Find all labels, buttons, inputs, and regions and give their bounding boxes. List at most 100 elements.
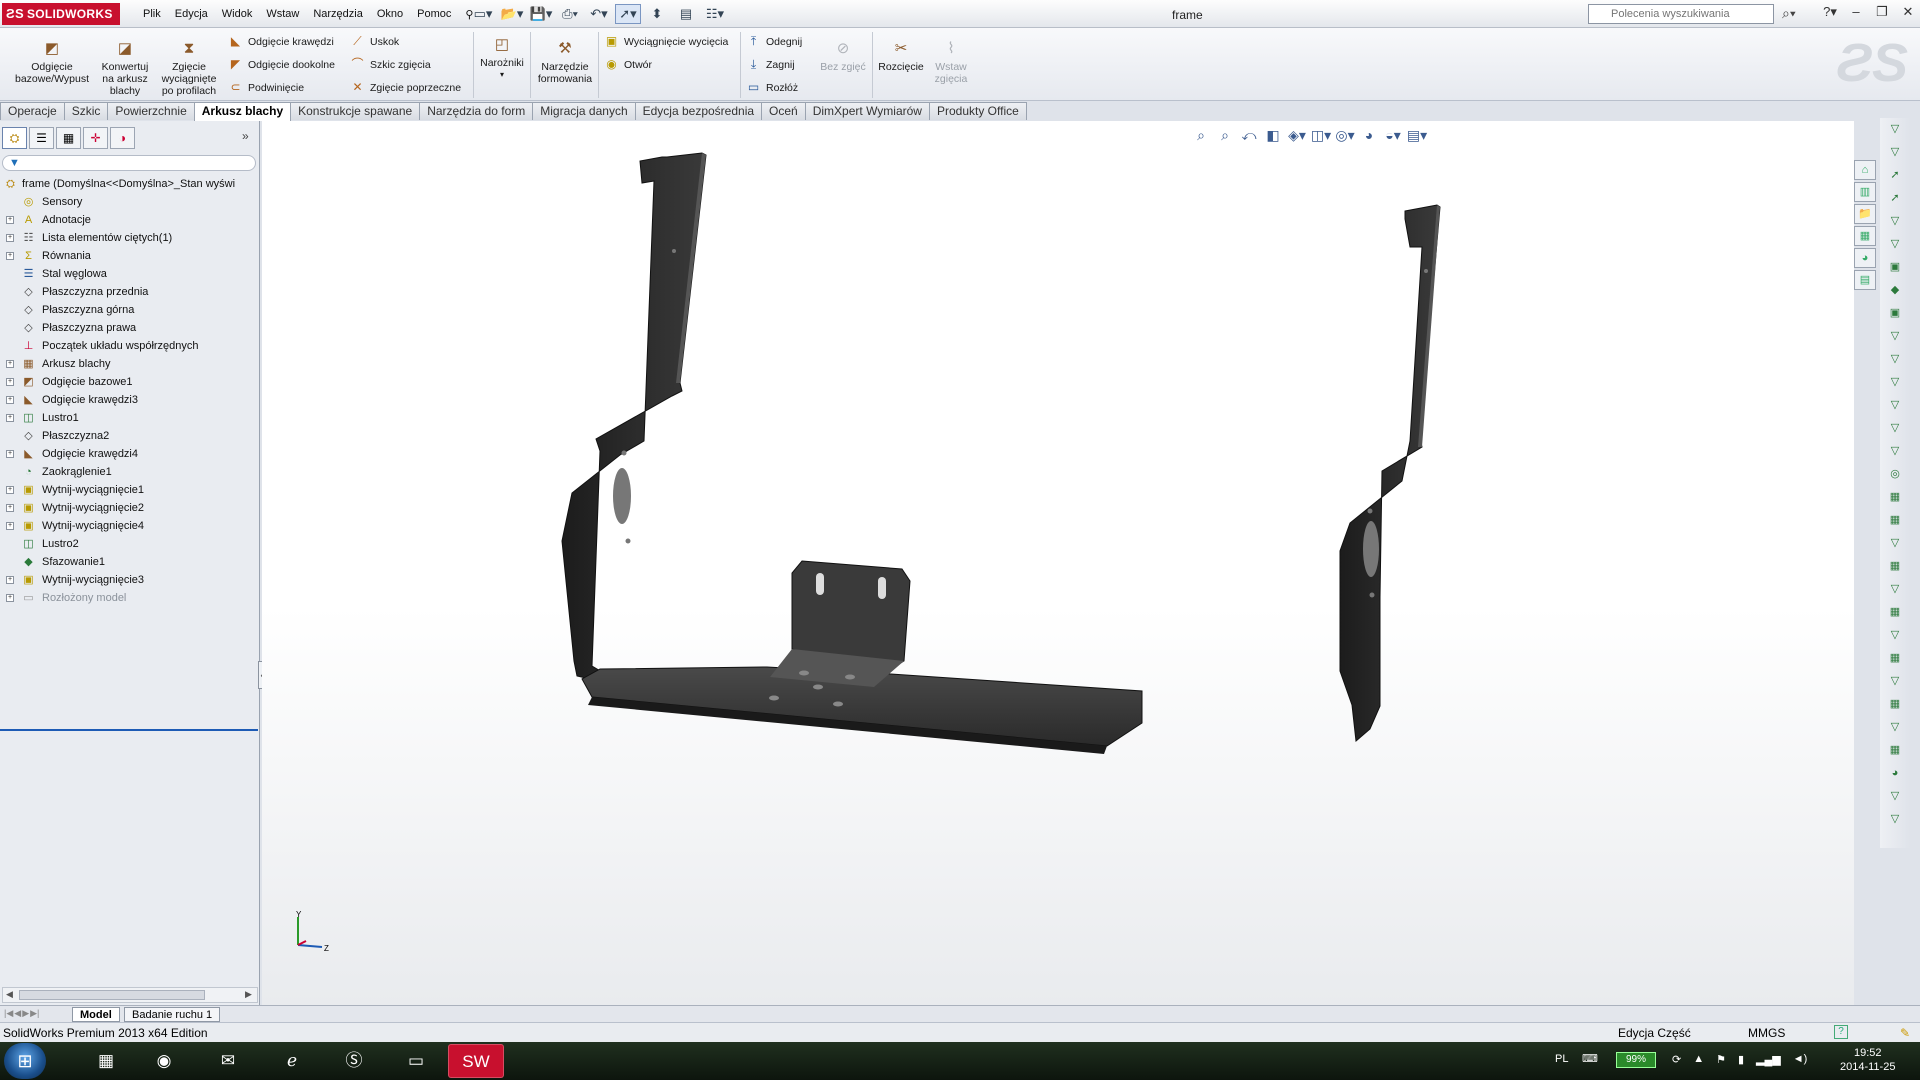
tree-item[interactable]: ◎ Sensory (0, 193, 258, 211)
selection-filter-icon[interactable]: ▽ (1880, 210, 1910, 233)
jog-button[interactable]: ⟋ Uskok (350, 34, 399, 49)
selection-filter-icon[interactable]: ➚ (1880, 164, 1910, 187)
expand-toggle-icon[interactable]: + (6, 414, 14, 422)
expand-toggle-icon[interactable]: + (6, 252, 14, 260)
new-document-icon[interactable]: ▭▾ (470, 4, 496, 24)
hole-button[interactable]: ◉ Otwór (604, 57, 652, 72)
select-cursor-icon[interactable]: ➚▾ (615, 4, 641, 24)
menu-edycja[interactable]: Edycja (168, 6, 215, 23)
scroll-right-icon[interactable]: ▶ (245, 989, 252, 1000)
save-icon[interactable]: 💾▾ (528, 4, 554, 24)
tree-item[interactable]: ◇ Płaszczyzna2 (0, 427, 258, 445)
open-folder-icon[interactable]: 📂▾ (499, 4, 525, 24)
first-tab-icon[interactable]: |◀ (4, 1008, 13, 1019)
tab-konstrukcje-spawane[interactable]: Konstrukcje spawane (290, 102, 421, 120)
action-center-icon[interactable]: ⚑ (1716, 1053, 1726, 1066)
tree-item[interactable]: + ▣ Wytnij-wyciągnięcie2 (0, 499, 258, 517)
expand-toggle-icon[interactable]: + (6, 450, 14, 458)
expand-toggle-icon[interactable]: + (6, 234, 14, 242)
expand-toggle-icon[interactable]: + (6, 396, 14, 404)
tab-migracja-danych[interactable]: Migracja danych (532, 102, 636, 120)
tree-filter-input[interactable] (2, 155, 256, 171)
no-bends-button[interactable]: ⊘ Bez zgięć (818, 40, 868, 73)
tab-motion-study[interactable]: Badanie ruchu 1 (124, 1007, 221, 1022)
sheet-metal-frame-model[interactable] (262, 121, 1854, 1005)
corners-button[interactable]: ◰ Narożniki ▾ (478, 36, 526, 81)
solidworks-resources-icon[interactable]: ⌂ (1854, 160, 1876, 180)
selection-filter-icon[interactable]: ▦ (1880, 509, 1910, 532)
next-tab-icon[interactable]: ▶ (22, 1008, 29, 1019)
network-icon[interactable]: ▮ (1738, 1053, 1744, 1066)
tree-item[interactable]: ◔ Zaokrąglenie1 (0, 463, 258, 481)
selection-filter-icon[interactable]: ▽ (1880, 141, 1910, 164)
left-upright-plate[interactable] (561, 152, 707, 690)
selection-filter-icon[interactable]: ➚ (1880, 187, 1910, 210)
tree-item[interactable]: + ◣ Odgięcie krawędzi4 (0, 445, 258, 463)
extruded-cut-button[interactable]: ▣ Wyciągnięcie wycięcia (604, 34, 729, 49)
tab-powierzchnie[interactable]: Powierzchnie (107, 102, 195, 120)
selection-filter-icon[interactable]: ▽ (1880, 532, 1910, 555)
base-flange-button[interactable]: ◩ Odgięcie bazowe/Wypust (10, 40, 94, 85)
tree-item[interactable]: ⊥ Początek układu współrzędnych (0, 337, 258, 355)
feature-tree-icon[interactable]: ⛭ (2, 127, 27, 149)
selection-filter-icon[interactable]: ▽ (1880, 325, 1910, 348)
tree-item[interactable]: + ◣ Odgięcie krawędzi3 (0, 391, 258, 409)
sync-icon[interactable]: ⟳ (1672, 1053, 1681, 1066)
tree-item[interactable]: + ▭ Rozłożony model (0, 589, 258, 607)
selection-filter-icon[interactable]: ▽ (1880, 348, 1910, 371)
outlook-icon[interactable]: ✉ (200, 1044, 256, 1078)
tree-item[interactable]: + A Adnotacje (0, 211, 258, 229)
selection-filter-icon[interactable]: ▽ (1880, 371, 1910, 394)
selection-filter-icon[interactable]: ▽ (1880, 440, 1910, 463)
prev-tab-icon[interactable]: ◀ (14, 1008, 21, 1019)
right-upright-plate[interactable] (1339, 204, 1441, 742)
battery-indicator[interactable]: 99% (1616, 1052, 1656, 1068)
tab-produkty-office[interactable]: Produkty Office (928, 102, 1027, 120)
signal-icon[interactable]: ▂▄▆ (1756, 1053, 1781, 1066)
expand-toggle-icon[interactable]: + (6, 594, 14, 602)
tab-dimxpert[interactable]: DimXpert Wymiarów (804, 102, 930, 120)
tree-item[interactable]: ☰ Stal węglowa (0, 265, 258, 283)
expand-toggle-icon[interactable]: + (6, 522, 14, 530)
view-palette-icon[interactable]: ▦ (1854, 226, 1876, 246)
options-icon[interactable]: ☷▾ (702, 4, 728, 24)
unfold-button[interactable]: ⤒ Odegnij (746, 34, 802, 49)
tree-item[interactable]: ◆ Sfazowanie1 (0, 553, 258, 571)
selection-filter-icon[interactable]: ▦ (1880, 739, 1910, 762)
selection-filter-icon[interactable]: ▣ (1880, 256, 1910, 279)
file-properties-icon[interactable]: ▤ (673, 4, 699, 24)
fold-button[interactable]: ⤓ Zagnij (746, 57, 795, 72)
rip-button[interactable]: ✂ Rozcięcie (876, 40, 926, 73)
tab-szkic[interactable]: Szkic (63, 102, 109, 120)
solidworks-logo[interactable]: ƧS SOLIDWORKS (2, 3, 120, 25)
custom-properties-icon[interactable]: ▤ (1854, 270, 1876, 290)
print-icon[interactable]: ⎙▾ (557, 4, 583, 24)
tree-root[interactable]: ⛭ frame (Domyślna<<Domyślna>_Stan wyświ (0, 175, 258, 193)
tab-model[interactable]: Model (72, 1007, 120, 1022)
tree-item[interactable]: + ▣ Wytnij-wyciągnięcie1 (0, 481, 258, 499)
tree-item[interactable]: + ◫ Lustro1 (0, 409, 258, 427)
graphics-viewport[interactable]: ⌕ ⌕ ⤺ ◧ ◈▾ ◫▾ ◎▾ ◕ ◒▾ ▤▾ Y Z (262, 121, 1854, 1005)
tree-item[interactable]: ◫ Lustro2 (0, 535, 258, 553)
keyboard-icon[interactable]: ⌨ (1582, 1052, 1598, 1065)
selection-filter-icon[interactable]: ◕ (1880, 762, 1910, 785)
command-search-input[interactable] (1588, 4, 1774, 24)
selection-filter-icon[interactable]: ▽ (1880, 716, 1910, 739)
selection-filter-icon[interactable]: ▽ (1880, 578, 1910, 601)
selection-filter-icon[interactable]: ▣ (1880, 302, 1910, 325)
tab-edycja-bezposrednia[interactable]: Edycja bezpośrednia (634, 102, 763, 120)
tab-ocen[interactable]: Oceń (761, 102, 806, 120)
last-tab-icon[interactable]: ▶| (30, 1008, 39, 1019)
selection-filter-icon[interactable]: ◎ (1880, 463, 1910, 486)
selection-filter-icon[interactable]: ▦ (1880, 647, 1910, 670)
tree-item[interactable]: + ▦ Arkusz blachy (0, 355, 258, 373)
rebuild-icon[interactable]: ⬍ (644, 4, 670, 24)
selection-filter-icon[interactable]: ◆ (1880, 279, 1910, 302)
dimxpert-manager-icon[interactable]: ✛ (83, 127, 108, 149)
solidworks-taskbar-icon[interactable]: SW (448, 1044, 504, 1078)
tree-item[interactable]: + ◩ Odgięcie bazowe1 (0, 373, 258, 391)
help-icon[interactable]: ?▾ (1820, 4, 1840, 20)
minimize-icon[interactable]: – (1846, 4, 1866, 20)
selection-filter-icon[interactable]: ▽ (1880, 394, 1910, 417)
edge-flange-button[interactable]: ◣ Odgięcie krawędzi (228, 34, 334, 49)
